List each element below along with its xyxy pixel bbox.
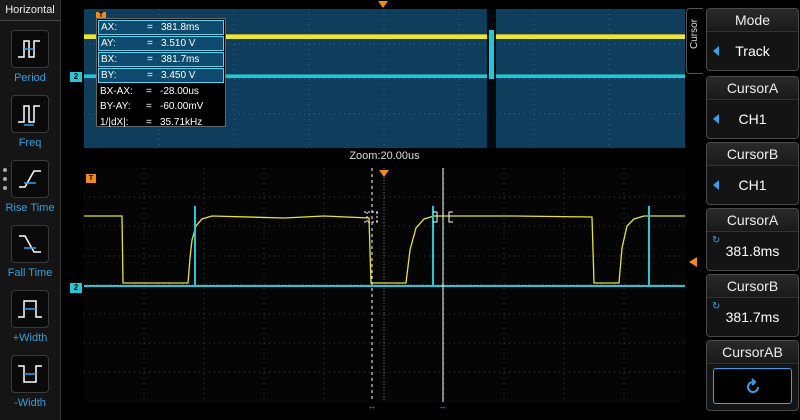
fall-time-button[interactable]: Fall Time bbox=[0, 225, 60, 279]
cursor-b-position-value: 381.7ms bbox=[725, 309, 780, 325]
measurement-ay: AY: = 3.510 V bbox=[98, 36, 224, 51]
cursor-ab-title: CursorAB bbox=[707, 341, 798, 364]
cursor-a-position-button[interactable]: CursorA ↻ 381.8ms bbox=[706, 208, 799, 271]
zoom-timebase-label: Zoom:20.00us bbox=[349, 150, 420, 162]
positive-width-label: +Width bbox=[12, 332, 48, 344]
negative-width-icon bbox=[11, 355, 49, 393]
cursor-measurement-box: AX: = 381.8ms AY: = 3.510 V BX: = 381.7ms BY: =… bbox=[96, 18, 226, 128]
mode-title: Mode bbox=[707, 9, 798, 32]
overview-ch2-marker[interactable]: 2 bbox=[70, 72, 82, 82]
zoom-waveform bbox=[84, 168, 685, 402]
period-icon bbox=[11, 30, 49, 68]
cursor-a-source-title: CursorA bbox=[707, 77, 798, 100]
mode-value: Track bbox=[735, 43, 770, 59]
cursor-a-source-button[interactable]: CursorA CH1 bbox=[706, 76, 799, 139]
cursor-menu-tab: Cursor bbox=[686, 8, 703, 74]
horizontal-measure-sidebar: Horizontal Period Freq Rise Time Fall Ti… bbox=[0, 0, 61, 420]
trigger-level-marker[interactable] bbox=[689, 257, 697, 267]
negative-width-label: -Width bbox=[14, 397, 46, 409]
rotate-icon bbox=[713, 368, 792, 404]
measurement-by-ay: BY-AY: = -60.00mV bbox=[100, 101, 204, 113]
cursor-menu-panel: Mode Track CursorA CH1 CursorB CH1 Curso… bbox=[703, 0, 800, 420]
measurement-bx-ax: BX-AX: = -28.00us bbox=[100, 86, 199, 98]
left-arrow-icon bbox=[713, 46, 719, 56]
mode-button[interactable]: Mode Track bbox=[706, 8, 799, 71]
zoom-ch2-marker[interactable]: 2 bbox=[70, 283, 82, 293]
cursor-a-position-title: CursorA bbox=[707, 209, 798, 232]
cursor-b-position-button[interactable]: CursorB ↻ 381.7ms bbox=[706, 274, 799, 337]
knob-icon: ↻ bbox=[712, 235, 721, 246]
overview-trigger-position[interactable] bbox=[378, 1, 388, 8]
frequency-label: Freq bbox=[18, 137, 42, 149]
rise-time-label: Rise Time bbox=[5, 202, 55, 214]
positive-width-button[interactable]: +Width bbox=[0, 290, 60, 344]
frequency-icon bbox=[11, 95, 49, 133]
frequency-button[interactable]: Freq bbox=[0, 95, 60, 149]
cursor-b-source-title: CursorB bbox=[707, 143, 798, 166]
fall-time-icon bbox=[11, 225, 49, 263]
cursor-ab-button[interactable]: CursorAB bbox=[706, 340, 799, 411]
rise-time-icon bbox=[11, 160, 49, 198]
zoom-trigger-position[interactable] bbox=[379, 170, 389, 177]
measurement-bx: BX: = 381.7ms bbox=[98, 52, 224, 67]
left-arrow-icon bbox=[713, 180, 719, 190]
cursor-a-handle[interactable]: ↔ bbox=[366, 401, 378, 411]
period-button[interactable]: Period bbox=[0, 30, 60, 84]
cursor-b-source-value: CH1 bbox=[738, 177, 767, 193]
zoom-trigger-marker: T bbox=[86, 174, 96, 183]
cursor-b-handle[interactable]: ↔ bbox=[437, 401, 449, 411]
cursor-a-source-value: CH1 bbox=[738, 111, 767, 127]
knob-icon: ↻ bbox=[712, 301, 721, 312]
sidebar-title: Horizontal bbox=[0, 0, 60, 21]
positive-width-icon bbox=[11, 290, 49, 328]
period-label: Period bbox=[14, 72, 46, 84]
measurement-ax: AX: = 381.8ms bbox=[98, 20, 224, 35]
measurement-by: BY: = 3.450 V bbox=[98, 68, 224, 83]
fall-time-label: Fall Time bbox=[7, 267, 53, 279]
cursor-a-position-value: 381.8ms bbox=[725, 243, 780, 259]
cursor-b-source-button[interactable]: CursorB CH1 bbox=[706, 142, 799, 205]
left-arrow-icon bbox=[713, 114, 719, 124]
negative-width-button[interactable]: -Width bbox=[0, 355, 60, 409]
measurement-frequency: 1/|dX|: = 35.71kHz bbox=[100, 116, 203, 128]
cursor-b-position-title: CursorB bbox=[707, 275, 798, 298]
rise-time-button[interactable]: Rise Time bbox=[0, 160, 60, 214]
zoom-waveform-window[interactable] bbox=[84, 168, 685, 402]
